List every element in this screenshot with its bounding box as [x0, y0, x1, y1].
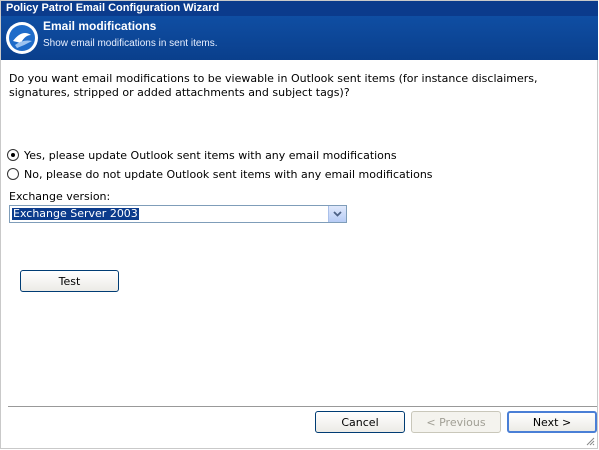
radio-no[interactable] — [7, 168, 19, 180]
footer-divider — [8, 406, 597, 407]
exchange-version-select[interactable]: Exchange Server 2003 — [9, 205, 347, 223]
exchange-version-value: Exchange Server 2003 — [12, 207, 139, 220]
chevron-down-icon — [333, 211, 342, 217]
wizard-header: Email modifications Show email modificat… — [1, 16, 598, 60]
page-subtitle: Show email modifications in sent items. — [43, 38, 218, 49]
option-no[interactable]: No, please do not update Outlook sent it… — [7, 166, 433, 182]
dropdown-button[interactable] — [328, 206, 346, 222]
previous-button[interactable]: < Previous — [411, 411, 501, 433]
question-text: Do you want email modifications to be vi… — [9, 72, 538, 99]
page-title: Email modifications — [43, 19, 157, 33]
radio-yes[interactable] — [7, 149, 19, 161]
option-yes[interactable]: Yes, please update Outlook sent items wi… — [7, 147, 397, 163]
test-button[interactable]: Test — [20, 270, 119, 292]
cancel-button[interactable]: Cancel — [315, 411, 405, 433]
wizard-window: Policy Patrol Email Configuration Wizard… — [0, 0, 598, 449]
policy-patrol-logo-icon — [6, 22, 38, 54]
next-button[interactable]: Next > — [507, 411, 597, 433]
exchange-version-label: Exchange version: — [9, 190, 111, 203]
option-yes-label: Yes, please update Outlook sent items wi… — [24, 148, 397, 162]
window-title: Policy Patrol Email Configuration Wizard — [1, 1, 598, 16]
option-no-label: No, please do not update Outlook sent it… — [24, 167, 433, 181]
resize-grip-icon[interactable] — [585, 436, 595, 446]
